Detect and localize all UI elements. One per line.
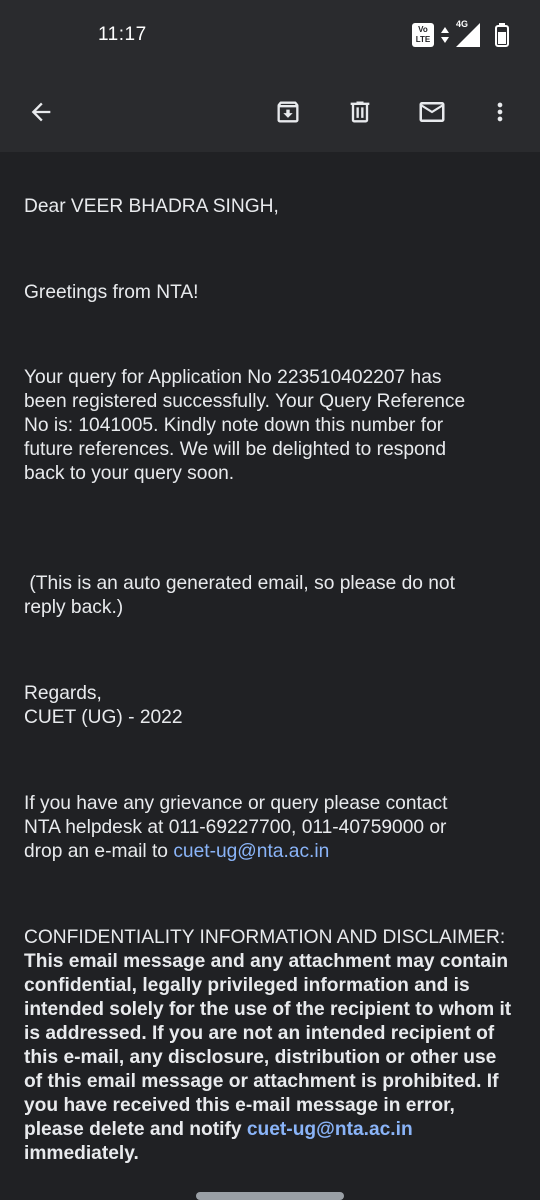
salutation: Dear VEER BHADRA SINGH, xyxy=(24,196,279,217)
contact-line-3: drop an e-mail to xyxy=(24,841,174,862)
signal-container: 4G xyxy=(456,19,480,47)
email-toolbar xyxy=(0,72,540,152)
volte-icon: Vo LTE xyxy=(412,23,434,47)
volte-label-vo: Vo xyxy=(418,25,428,34)
delete-icon xyxy=(350,101,370,123)
auto-line-1: (This is an auto generated email, so ple… xyxy=(24,573,455,594)
disclaimer-line-8: please delete and notify xyxy=(24,1119,247,1140)
regards: Regards, xyxy=(24,683,102,704)
volte-label-lte: LTE xyxy=(415,35,431,44)
back-button[interactable] xyxy=(15,86,67,138)
mail-icon xyxy=(419,102,445,122)
contact-email-link[interactable]: cuet-ug@nta.ac.in xyxy=(173,841,329,862)
back-arrow-icon xyxy=(31,102,51,122)
disclaimer-line-2: confidential, legally privileged informa… xyxy=(24,975,470,996)
disclaimer-line-4: is addressed. If you are not an intended… xyxy=(24,1023,495,1044)
status-bar: 11:17 Vo LTE 4G xyxy=(0,0,540,72)
disclaimer-email-link[interactable]: cuet-ug@nta.ac.in xyxy=(247,1119,413,1140)
contact-line-1: If you have any grievance or query pleas… xyxy=(24,793,448,814)
disclaimer-line-1: This email message and any attachment ma… xyxy=(24,951,509,972)
status-time: 11:17 xyxy=(98,24,147,45)
sign-off: Regards, CUET (UG) - 2022 xyxy=(24,682,524,730)
archive-icon xyxy=(277,101,299,123)
gesture-nav-pill[interactable] xyxy=(196,1192,344,1200)
query-line-4: future references. We will be delighted … xyxy=(24,439,447,460)
auto-line-2: reply back.) xyxy=(24,597,124,618)
greeting: Greetings from NTA! xyxy=(24,282,199,303)
data-arrows-icon xyxy=(441,27,449,43)
query-line-1: Your query for Application No 2235104022… xyxy=(24,367,442,388)
disclaimer: CONFIDENTIALITY INFORMATION AND DISCLAIM… xyxy=(24,926,524,1166)
more-vert-icon xyxy=(497,102,503,122)
contact-paragraph: If you have any grievance or query pleas… xyxy=(24,792,524,864)
query-paragraph: Your query for Application No 2235104022… xyxy=(24,366,524,486)
query-line-2: been registered successfully. Your Query… xyxy=(24,391,466,412)
query-line-3: No is: 1041005. Kindly note down this nu… xyxy=(24,415,444,436)
contact-line-2: NTA helpdesk at 011-69227700, 011-407590… xyxy=(24,817,447,838)
archive-button[interactable] xyxy=(262,86,314,138)
auto-generated-note: (This is an auto generated email, so ple… xyxy=(24,548,524,620)
disclaimer-line-3: intended solely for the use of the recip… xyxy=(24,999,512,1020)
delete-button[interactable] xyxy=(334,86,386,138)
status-icons: Vo LTE 4G xyxy=(412,19,510,48)
network-type-label: 4G xyxy=(456,19,469,29)
disclaimer-line-7: you have received this e-mail message in… xyxy=(24,1095,455,1116)
battery-icon xyxy=(495,23,509,47)
mark-unread-button[interactable] xyxy=(406,86,458,138)
disclaimer-line-5: this e-mail, any disclosure, distributio… xyxy=(24,1047,497,1068)
disclaimer-line-6: of this email message or attachment is p… xyxy=(24,1071,499,1092)
email-body: Dear VEER BHADRA SINGH, Greetings from N… xyxy=(24,195,524,1166)
query-line-5: back to your query soon. xyxy=(24,463,235,484)
disclaimer-heading: CONFIDENTIALITY INFORMATION AND DISCLAIM… xyxy=(24,927,506,948)
disclaimer-line-9: immediately. xyxy=(24,1143,139,1164)
more-options-button[interactable] xyxy=(474,86,526,138)
signature: CUET (UG) - 2022 xyxy=(24,707,183,728)
